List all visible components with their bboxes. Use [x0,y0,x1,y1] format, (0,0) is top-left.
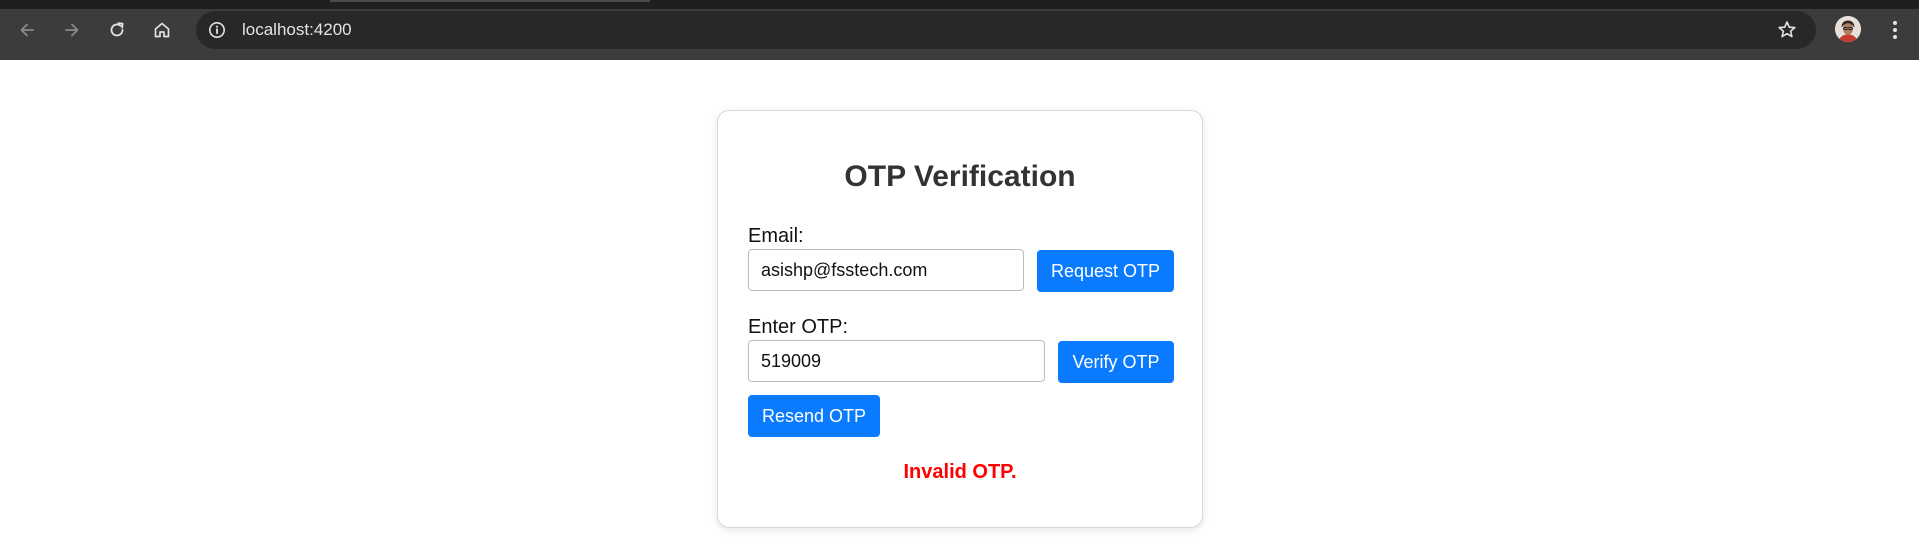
arrow-right-icon [65,23,79,37]
avatar [1835,16,1861,42]
active-tab-edge [330,0,650,2]
address-bar[interactable]: localhost:4200 [196,11,1816,49]
browser-menu-button[interactable] [1880,14,1910,46]
otp-card: OTP Verification Email: Request OTP Ente… [717,110,1203,528]
bookmark-button[interactable] [1774,17,1800,43]
error-message: Invalid OTP. [903,461,1017,483]
email-field[interactable] [748,249,1024,291]
otp-field[interactable] [748,340,1045,382]
home-icon [154,22,170,38]
request-otp-button[interactable]: Request OTP [1037,250,1174,292]
site-info-button[interactable] [203,16,231,44]
reload-button[interactable] [99,12,135,48]
star-icon [1778,21,1796,38]
tab-strip [0,0,1919,9]
kebab-menu-icon [1893,21,1897,39]
email-label: Email: [748,225,804,247]
resend-otp-button[interactable]: Resend OTP [748,395,880,437]
page-title: OTP Verification [844,160,1076,193]
back-button[interactable] [9,12,45,48]
forward-button[interactable] [54,12,90,48]
otp-label: Enter OTP: [748,316,849,338]
home-button[interactable] [144,12,180,48]
browser-toolbar: localhost:4200 [0,0,1919,60]
reload-icon [110,22,124,37]
verify-otp-button[interactable]: Verify OTP [1058,341,1174,383]
info-icon [209,22,225,38]
profile-avatar[interactable] [1835,16,1861,42]
arrow-left-icon [20,23,34,37]
url-text[interactable]: localhost:4200 [242,11,352,49]
